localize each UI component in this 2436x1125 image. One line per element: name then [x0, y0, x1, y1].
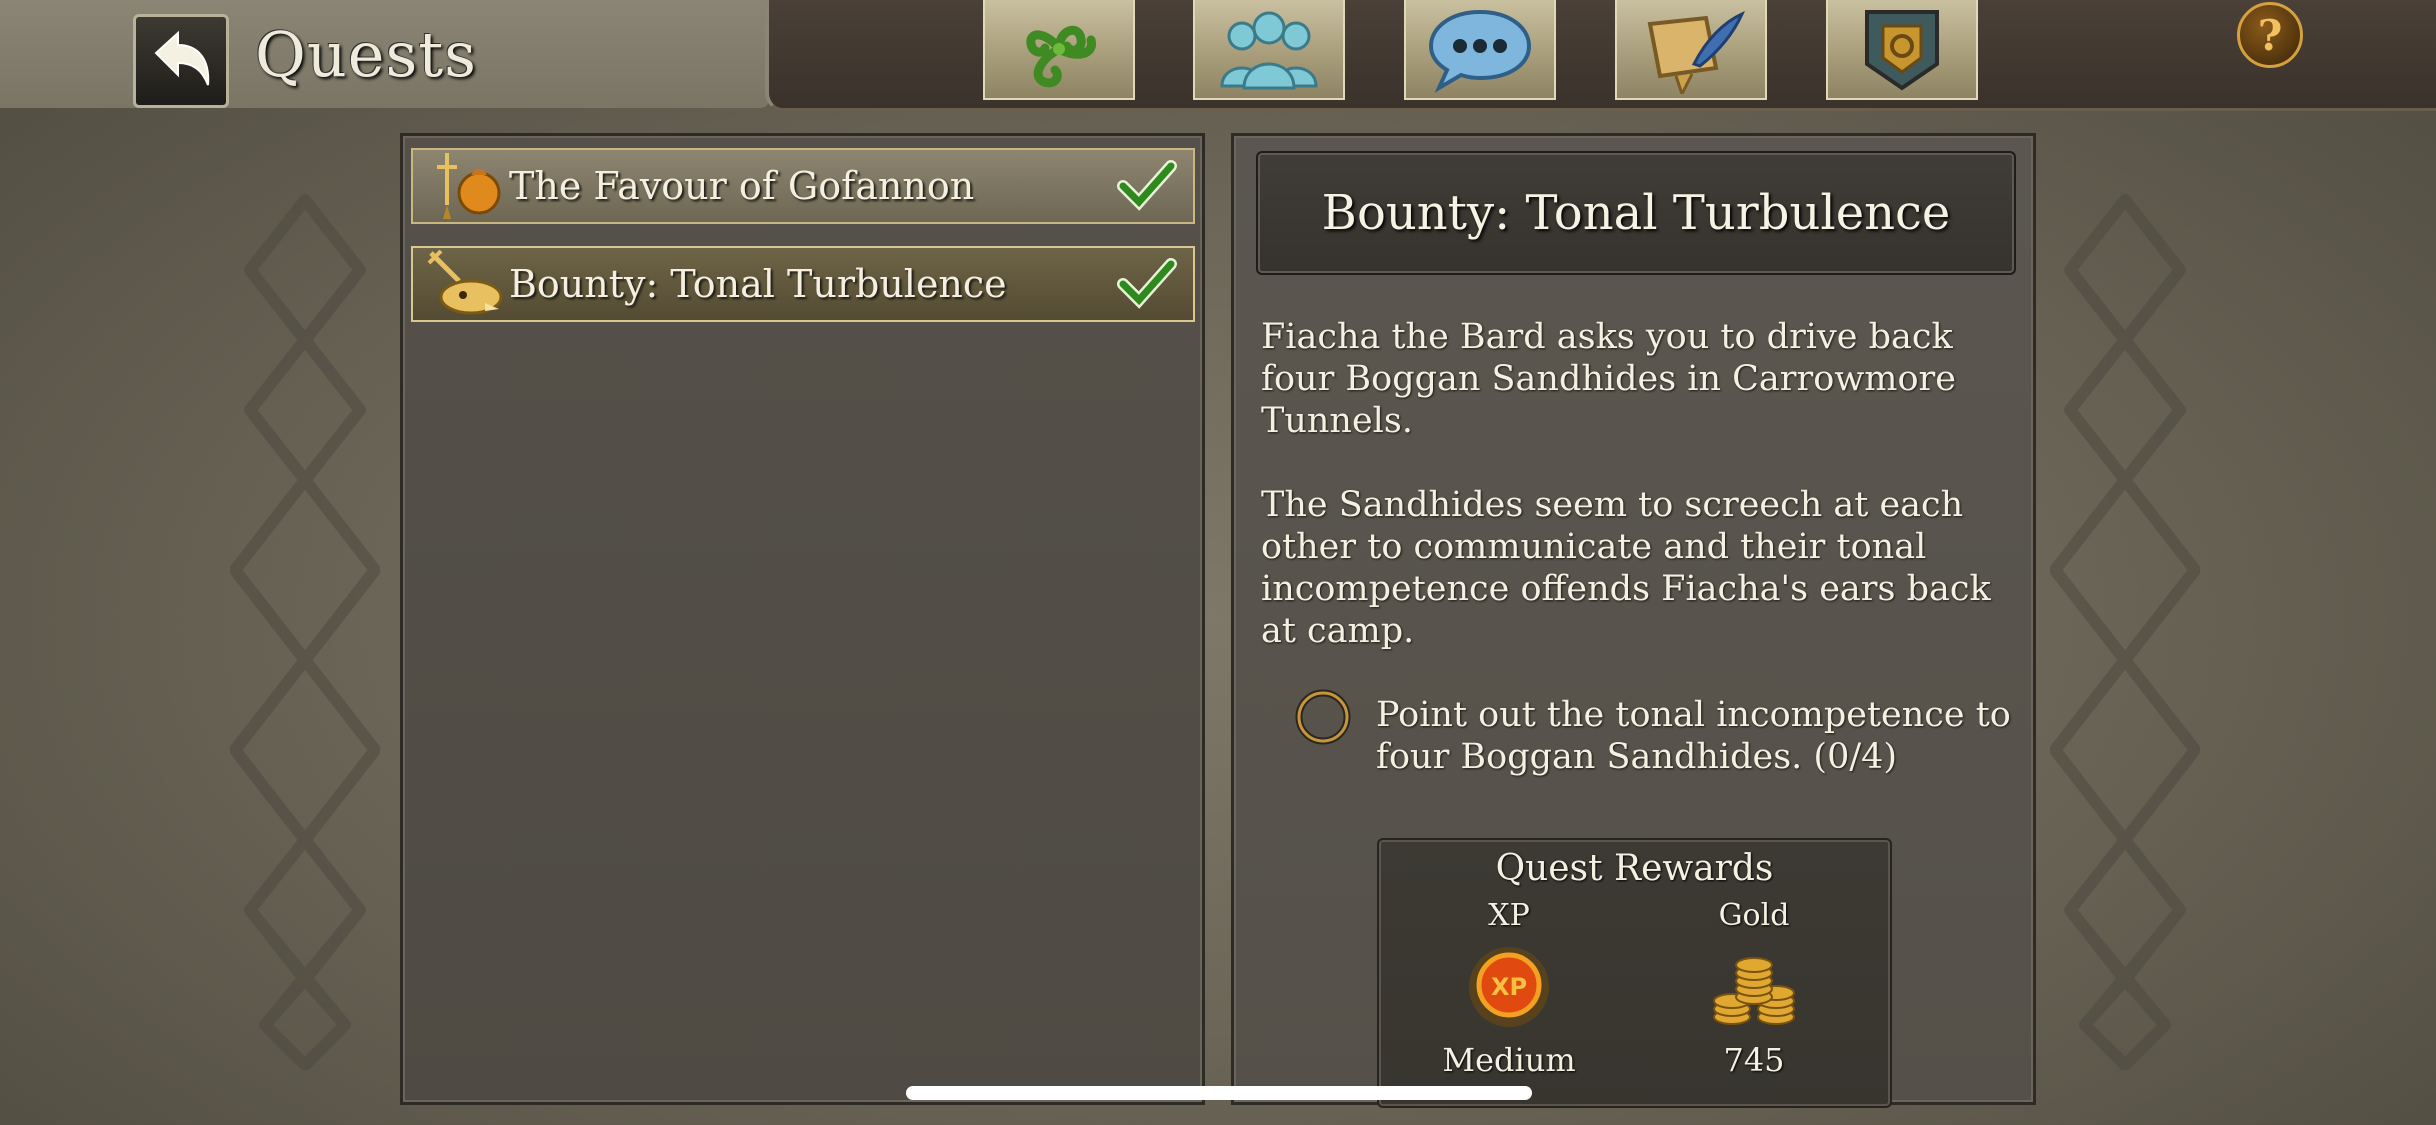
celtic-knot-right-decoration: [2050, 194, 2200, 1070]
triskele-icon: [1026, 25, 1096, 88]
quest-description-paragraph: Fiacha the Bard asks you to drive back f…: [1261, 317, 1956, 441]
quest-description-paragraph: The Sandhides seem to screech at each ot…: [1261, 485, 1991, 651]
check-icon: [1117, 160, 1177, 211]
quest-list-item-label: Bounty: Tonal Turbulence: [509, 262, 1007, 306]
bounty-skull-icon: [427, 249, 503, 315]
check-icon: [1117, 258, 1177, 309]
party-icon: [1220, 11, 1318, 90]
objective-incomplete-ring-icon: [1295, 689, 1351, 745]
nav-button-quest-log[interactable]: [1615, 0, 1767, 100]
xp-reward-label: XP: [1488, 898, 1530, 933]
quest-list-item-label: The Favour of Gofannon: [509, 164, 975, 208]
gold-reward-value: 745: [1723, 1041, 1785, 1079]
xp-reward: XP XP Medium: [1409, 898, 1609, 1079]
celtic-knot-left-decoration: [230, 194, 380, 1070]
home-indicator[interactable]: [906, 1086, 1532, 1100]
quest-detail-title: Bounty: Tonal Turbulence: [1321, 185, 1951, 241]
xp-orb-icon: XP: [1469, 947, 1549, 1027]
guild-shield-icon: [1865, 10, 1939, 91]
nav-button-chat[interactable]: [1404, 0, 1556, 100]
quest-list-item-bounty-tonal-turbulence[interactable]: Bounty: Tonal Turbulence: [411, 246, 1195, 322]
back-arrow-icon: [154, 30, 210, 86]
chat-icon: [1428, 9, 1532, 93]
gold-coins-icon: [1713, 957, 1795, 1025]
svg-text:XP: XP: [1491, 973, 1527, 1001]
sword-pouch-icon: [437, 153, 501, 219]
quest-objective-text: Point out the tonal incompetence to four…: [1376, 695, 2011, 777]
help-icon: ?: [2257, 10, 2283, 60]
page-title: Quests: [255, 18, 478, 91]
quest-rewards-box: Quest Rewards XP XP Medium Gold 745: [1377, 838, 1892, 1108]
quest-list-item-favour-of-gofannon[interactable]: The Favour of Gofannon: [411, 148, 1195, 224]
scroll-quill-icon: [1647, 11, 1745, 94]
nav-button-triskele[interactable]: [983, 0, 1135, 100]
quest-list-panel: The Favour of Gofannon Bounty: Tonal Tur…: [400, 133, 1205, 1105]
quest-detail-panel: Bounty: Tonal Turbulence Fiacha the Bard…: [1231, 133, 2036, 1108]
xp-reward-value: Medium: [1442, 1041, 1576, 1079]
help-button[interactable]: ?: [2237, 2, 2303, 68]
back-button[interactable]: [133, 14, 229, 108]
quest-detail-header: Bounty: Tonal Turbulence: [1256, 151, 2016, 275]
title-bar: Quests: [0, 0, 770, 108]
gold-reward: Gold 745: [1654, 898, 1854, 1079]
quest-rewards-title: Quest Rewards: [1495, 848, 1774, 889]
gold-reward-label: Gold: [1718, 898, 1790, 933]
nav-button-party[interactable]: [1193, 0, 1345, 100]
nav-button-guild[interactable]: [1826, 0, 1978, 100]
